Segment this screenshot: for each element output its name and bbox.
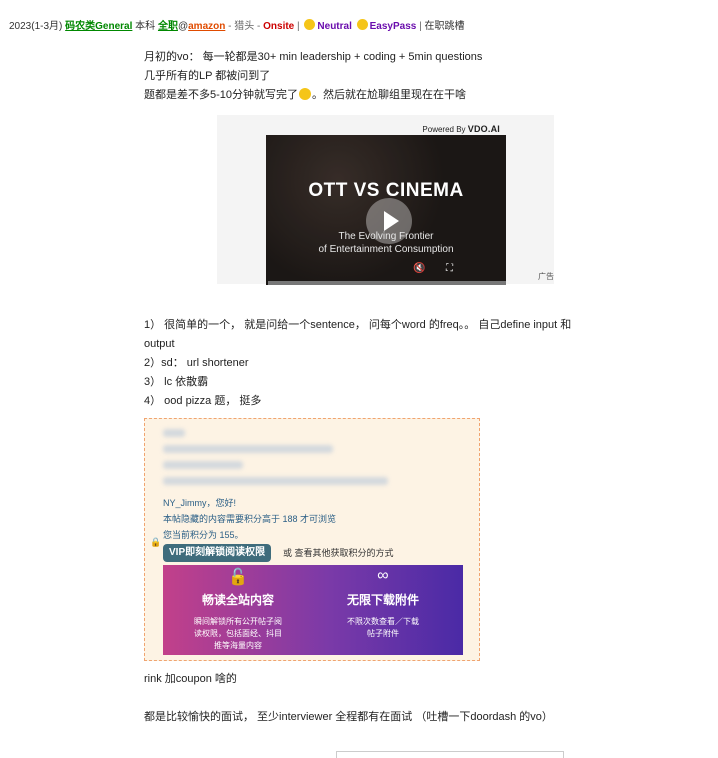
category-link[interactable]: 码农类General: [65, 21, 132, 32]
date-label: 2023(1-3月): [9, 21, 63, 32]
blurred-text: [163, 477, 388, 485]
powered-by-text: Powered By: [422, 125, 466, 134]
post-line: rink 加coupon 啥的: [144, 673, 237, 685]
video-subtitle-line: of Entertainment Consumption: [318, 244, 454, 255]
ad-label: 广告: [538, 272, 554, 281]
post-line-text: 。然后就在尬聊组里现在在干啥: [312, 89, 467, 101]
ad-brand-logo: VDO.AI: [467, 124, 500, 134]
question-list: 1） 很简单的一个， 就是问给一个sentence， 问每个word 的freq…: [144, 316, 614, 411]
promo-desc-line: 瞬间解锁所有公开帖子阅: [194, 617, 282, 626]
separator: |: [416, 21, 425, 32]
video-ad: Powered By VDO.AI OTT VS CINEMA The Evol…: [217, 115, 554, 285]
post-line: 都是比较愉快的面试， 至少interviewer 全程都有在面试 （吐槽一下do…: [144, 711, 553, 723]
lock-icon: 🔒: [150, 537, 162, 547]
question-item-cont: output: [144, 338, 175, 350]
promo-read-all: 🔓 畅读全站内容 瞬间解锁所有公开帖子阅 读权限，包括面经、抖目 推等海量内容: [173, 565, 303, 655]
post-line: 月初的vo： 每一轮都是30+ min leadership + coding …: [144, 51, 483, 63]
video-subtitle: The Evolving Frontier of Entertainment Co…: [266, 230, 506, 256]
question-item: 4） ood pizza 题， 挺多: [144, 395, 262, 407]
promo-desc-line: 不限次数查看／下载: [347, 617, 419, 626]
question-item: 2）sd： url shortener: [144, 357, 249, 369]
promo-desc-line: 帖子附件: [367, 629, 399, 638]
degree-label: 本科: [135, 21, 156, 32]
status-label: 在职跳槽: [424, 21, 465, 32]
difficulty-label: EasyPass: [369, 21, 417, 32]
neutral-face-icon: [304, 19, 316, 30]
ad-video-player[interactable]: OTT VS CINEMA The Evolving Frontier of En…: [266, 135, 506, 285]
video-progress-bar[interactable]: [268, 281, 506, 285]
interview-type-label: Onsite: [263, 21, 295, 32]
blurred-text: [163, 445, 333, 453]
sentiment-label: Neutral: [317, 21, 352, 32]
promo-desc-line: 推等海量内容: [214, 641, 262, 650]
promo-desc: 瞬间解锁所有公开帖子阅 读权限，包括面经、抖目 推等海量内容: [173, 616, 303, 652]
unlock-icon: 🔓: [228, 569, 248, 586]
blurred-text: [163, 461, 243, 469]
separator: |: [294, 21, 303, 32]
at-sign: @: [177, 21, 189, 32]
post-intro: 月初的vo： 每一轮都是30+ min leadership + coding …: [144, 48, 614, 105]
mute-icon[interactable]: 🔇: [413, 263, 425, 274]
post-line-text: 题都是差不多5-10分钟就写完了: [144, 89, 299, 101]
current-points-text: 您当前积分为 155。: [163, 530, 244, 540]
post-conclusion: rink 加coupon 啥的 都是比较愉快的面试， 至少interviewer…: [144, 670, 614, 727]
question-item: 1） 很简单的一个， 就是问给一个sentence， 问每个word 的freq…: [144, 319, 572, 331]
laughing-emoji-icon: [299, 88, 312, 100]
smile-face-icon: [356, 19, 368, 30]
source-label: 猎头: [234, 21, 255, 32]
fullscreen-icon[interactable]: ⛶: [446, 263, 453, 274]
hidden-content-box: NY_Jimmy，您好! 本帖隐藏的内容需要积分高于 188 才可浏览 您当前积…: [144, 418, 480, 661]
job-type-link[interactable]: 全职: [158, 21, 178, 32]
post-line: 题都是差不多5-10分钟就写完了 。然后就在尬聊组里现在在干啥: [144, 86, 614, 105]
infinity-icon: ∞: [377, 567, 389, 584]
points-requirement-text: 本帖隐藏的内容需要积分高于 188 才可浏览: [163, 514, 337, 524]
promo-desc-line: 读权限，包括面经、抖目: [194, 629, 282, 638]
company-link[interactable]: amazon: [188, 21, 225, 32]
ad-powered-by[interactable]: Powered By VDO.AI: [422, 124, 500, 134]
vip-promo-banner[interactable]: 🔓 畅读全站内容 瞬间解锁所有公开帖子阅 读权限，包括面经、抖目 推等海量内容 ∞ …: [163, 565, 463, 655]
post-line: 几乎所有的LP 都被问到了: [144, 70, 271, 82]
separator: -: [225, 21, 235, 32]
promo-title: 无限下载附件: [346, 593, 419, 607]
video-subtitle-line: The Evolving Frontier: [338, 231, 434, 242]
promo-download: ∞ 无限下载附件 不限次数查看／下载 帖子附件: [318, 565, 448, 655]
separator: -: [254, 21, 264, 32]
other-points-link[interactable]: 或 查看其他获取积分的方式: [283, 546, 394, 559]
greeting-text: NY_Jimmy，您好!: [163, 498, 237, 508]
promo-desc: 不限次数查看／下载 帖子附件: [318, 616, 448, 640]
vip-unlock-button[interactable]: VIP即刻解锁阅读权限: [163, 544, 272, 562]
blurred-text: [163, 429, 185, 437]
question-item: 3） lc 依散霸: [144, 376, 209, 388]
thread-meta-line: 2023(1-3月) 码农类General 本科 全职@amazon - 猎头 …: [9, 17, 465, 32]
promo-title: 畅读全站内容: [201, 593, 274, 607]
